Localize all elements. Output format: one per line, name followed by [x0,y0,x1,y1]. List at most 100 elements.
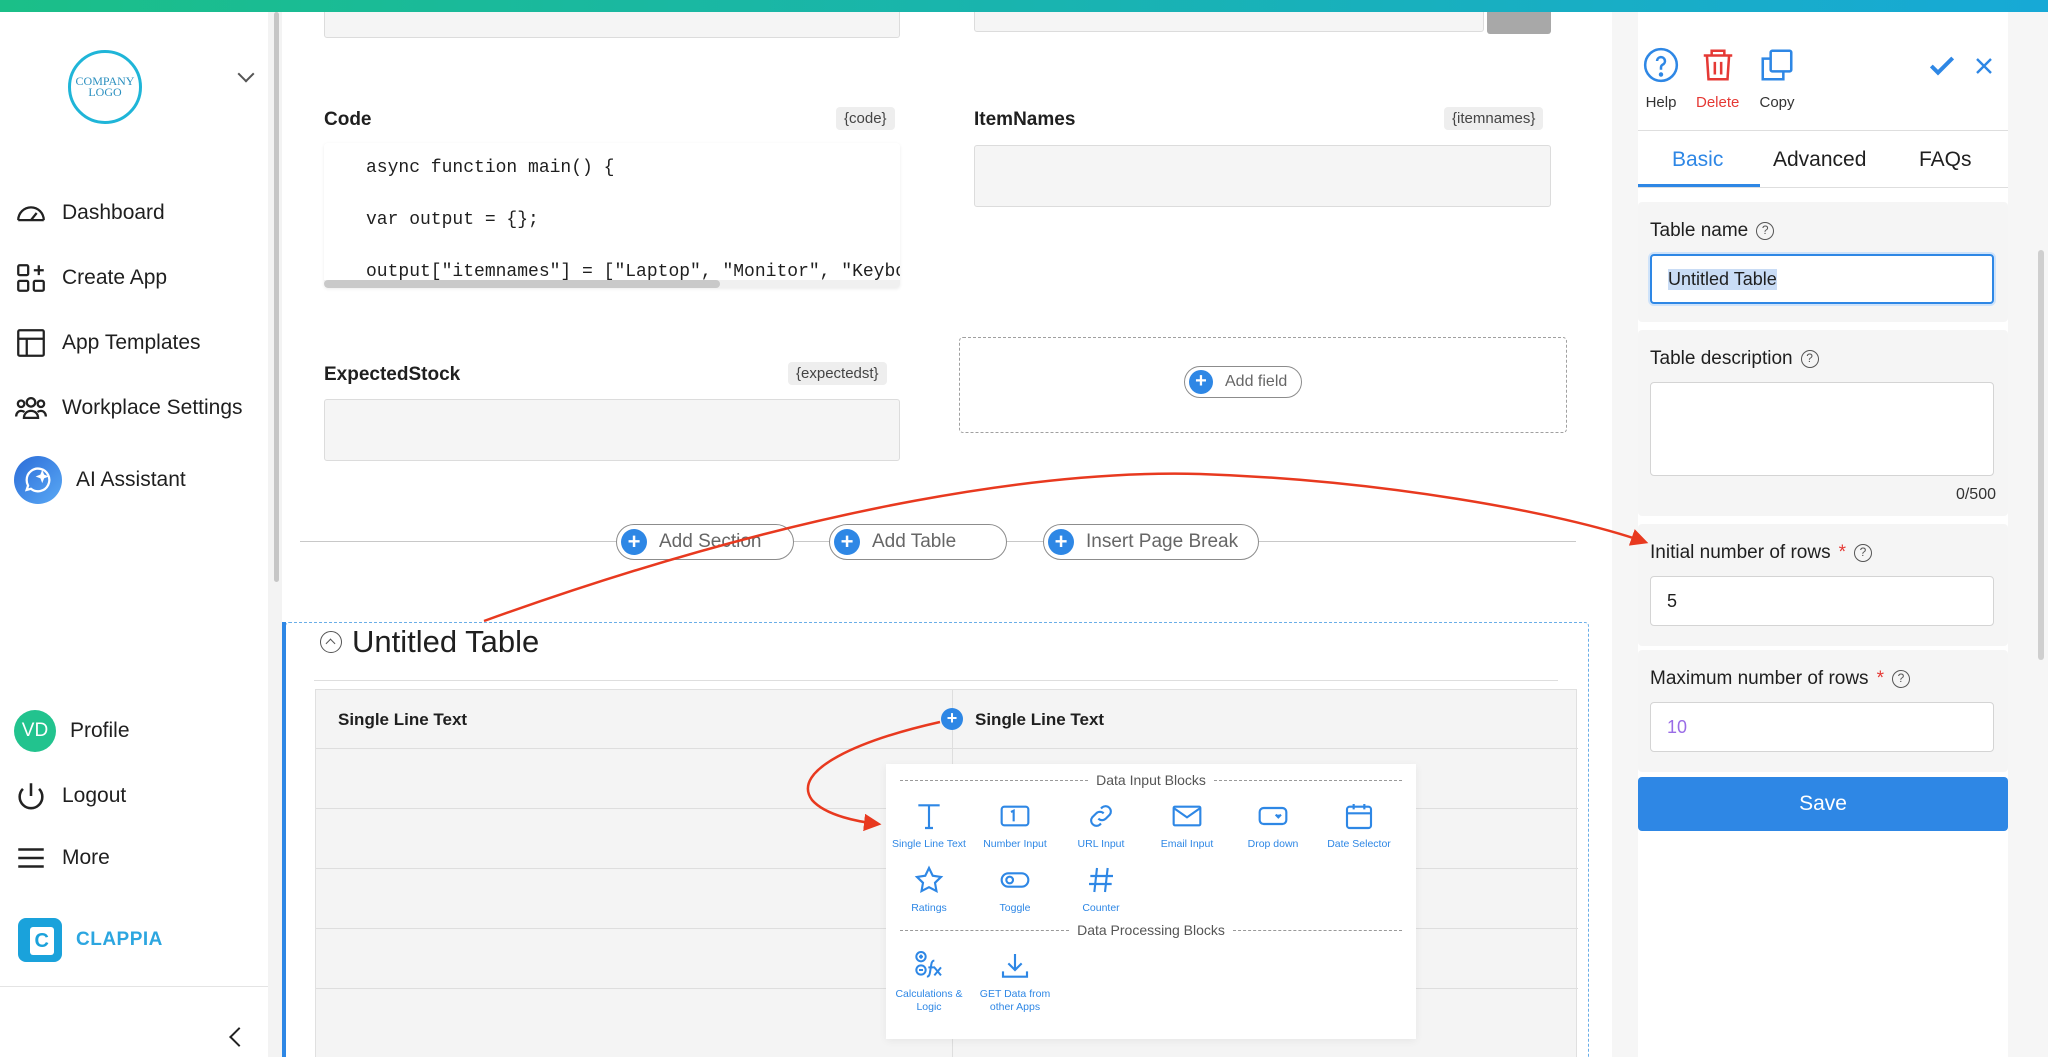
collapse-icon[interactable] [320,631,342,653]
copy-icon [1761,49,1793,81]
block-label: Date Selector [1327,838,1391,850]
create-app-icon [17,264,45,292]
field-variable-tag: {expectedst} [788,362,887,385]
block-label: Email Input [1160,838,1214,850]
required-asterisk: * [1876,668,1884,689]
field-label-itemnames: ItemNames [974,109,1076,130]
sidebar-item-workplace-settings[interactable]: Workplace Settings [14,391,243,425]
tab-faqs[interactable]: FAQs [1919,148,1972,172]
sidebar-item-profile[interactable]: VD Profile [14,710,130,752]
max-rows-card: Maximum number of rows *? 10 [1638,650,2008,772]
link-icon [1090,805,1112,827]
sidebar: COMPANY LOGO Dashboard Create App App Te… [0,12,268,1057]
properties-panel: Help Delete Copy Basic Advanced FAQs Tab… [1612,12,2048,1057]
table-name-label: Table name? [1650,220,1775,242]
code-line: output["itemnames"] = ["Laptop", "Monito… [366,262,900,282]
sidebar-item-label: Profile [70,719,130,742]
block-label: Toggle [999,902,1031,914]
trash-icon [1703,49,1732,81]
sidebar-item-label: Create App [62,266,168,289]
help-question-icon[interactable]: ? [1756,222,1775,240]
code-line: async function main() { [366,158,615,178]
clappia-logo-icon [18,918,62,962]
help-question-icon[interactable]: ? [1891,670,1910,688]
field-action-button[interactable] [1487,12,1551,34]
block-number-input[interactable]: Number Input [972,800,1058,851]
field-variable-tag: {itemnames} [1444,107,1544,130]
close-icon[interactable] [1972,54,1996,78]
block-toggle[interactable]: Toggle [972,864,1058,915]
sidebar-item-label: More [62,846,110,869]
help-question-icon[interactable]: ? [1800,350,1819,368]
form-canvas: Code {code} async function main() { var … [282,12,1612,1057]
itemnames-input[interactable] [974,145,1551,207]
panel-scrollbar-thumb[interactable] [2038,250,2044,660]
table-name-input[interactable]: Untitled Table [1650,254,1994,304]
add-section-button[interactable]: + Add Section [616,524,794,560]
max-rows-label: Maximum number of rows *? [1650,668,1910,690]
code-scrollbar-thumb[interactable] [324,280,720,288]
sidebar-item-logout[interactable]: Logout [14,779,126,813]
star-icon [914,865,944,894]
block-label: Single Line Text [892,838,966,850]
plus-icon: + [1189,370,1213,394]
block-single-line-text[interactable]: Single Line Text [886,800,972,851]
expectedstock-input[interactable] [324,399,900,461]
block-get-data[interactable]: GET Data from other Apps [972,950,1058,1014]
company-logo[interactable]: COMPANY LOGO [68,50,142,124]
table-description-textarea[interactable] [1650,382,1994,476]
delete-button[interactable]: Delete [1696,46,1739,111]
block-dropdown[interactable]: Drop down [1230,800,1316,851]
tab-basic[interactable]: Basic [1672,148,1723,172]
code-editor[interactable]: async function main() { var output = {};… [324,143,900,288]
text-field-input[interactable] [974,12,1484,32]
toggle-icon [1000,872,1030,888]
add-column-plus-icon[interactable]: + [941,708,963,730]
checkmark-icon[interactable] [1926,50,1958,82]
chevron-down-icon[interactable] [237,65,255,83]
initial-rows-input[interactable]: 5 [1650,576,1994,626]
gauge-icon [17,206,45,222]
block-calculations-logic[interactable]: Calculations & Logic [886,950,972,1014]
tab-advanced[interactable]: Advanced [1773,148,1866,172]
sidebar-item-dashboard[interactable]: Dashboard [14,196,165,230]
sidebar-item-create-app[interactable]: Create App [14,261,167,295]
power-icon [18,783,44,810]
calculator-fx-icon [915,951,942,978]
canvas-scrollbar-thumb[interactable] [274,12,279,582]
help-button[interactable]: Help [1642,46,1680,111]
code-scrollbar[interactable] [324,280,900,288]
block-email-input[interactable]: Email Input [1144,800,1230,851]
field-variable-tag: {code} [836,107,895,130]
help-icon [1643,47,1679,83]
chevron-left-icon[interactable] [229,1027,249,1047]
copy-button[interactable]: Copy [1758,46,1796,111]
block-counter[interactable]: Counter [1058,864,1144,915]
text-field-input[interactable] [324,12,900,38]
field-label-expectedstock: ExpectedStock [324,364,461,385]
initial-rows-card: Initial number of rows *? 5 [1638,524,2008,646]
code-line: var output = {}; [366,210,539,230]
column-header[interactable]: Single Line Text [975,710,1104,730]
block-date-selector[interactable]: Date Selector [1316,800,1402,851]
templates-icon [17,329,45,357]
column-header[interactable]: Single Line Text [338,710,467,730]
add-field-button[interactable]: + Add field [1184,366,1303,398]
block-label: Ratings [911,902,947,914]
add-table-button[interactable]: + Add Table [829,524,1007,560]
max-rows-input[interactable]: 10 [1650,702,1994,752]
block-url-input[interactable]: URL Input [1058,800,1144,851]
table-title[interactable]: Untitled Table [320,624,539,660]
copy-label: Copy [1759,94,1795,111]
selected-block-indicator [282,622,286,1057]
sidebar-item-ai-assistant[interactable]: AI Assistant [14,456,186,504]
help-question-icon[interactable]: ? [1853,544,1872,562]
add-section-label: Add Section [659,531,762,552]
sidebar-item-more[interactable]: More [14,841,110,875]
add-field-label: Add field [1225,373,1288,390]
save-button[interactable]: Save [1638,777,2008,831]
block-ratings[interactable]: Ratings [886,864,972,915]
sidebar-item-app-templates[interactable]: App Templates [14,326,201,360]
insert-page-break-button[interactable]: + Insert Page Break [1043,524,1259,560]
block-picker-menu: Data Input Blocks Single Line Text Numbe… [886,764,1416,1039]
